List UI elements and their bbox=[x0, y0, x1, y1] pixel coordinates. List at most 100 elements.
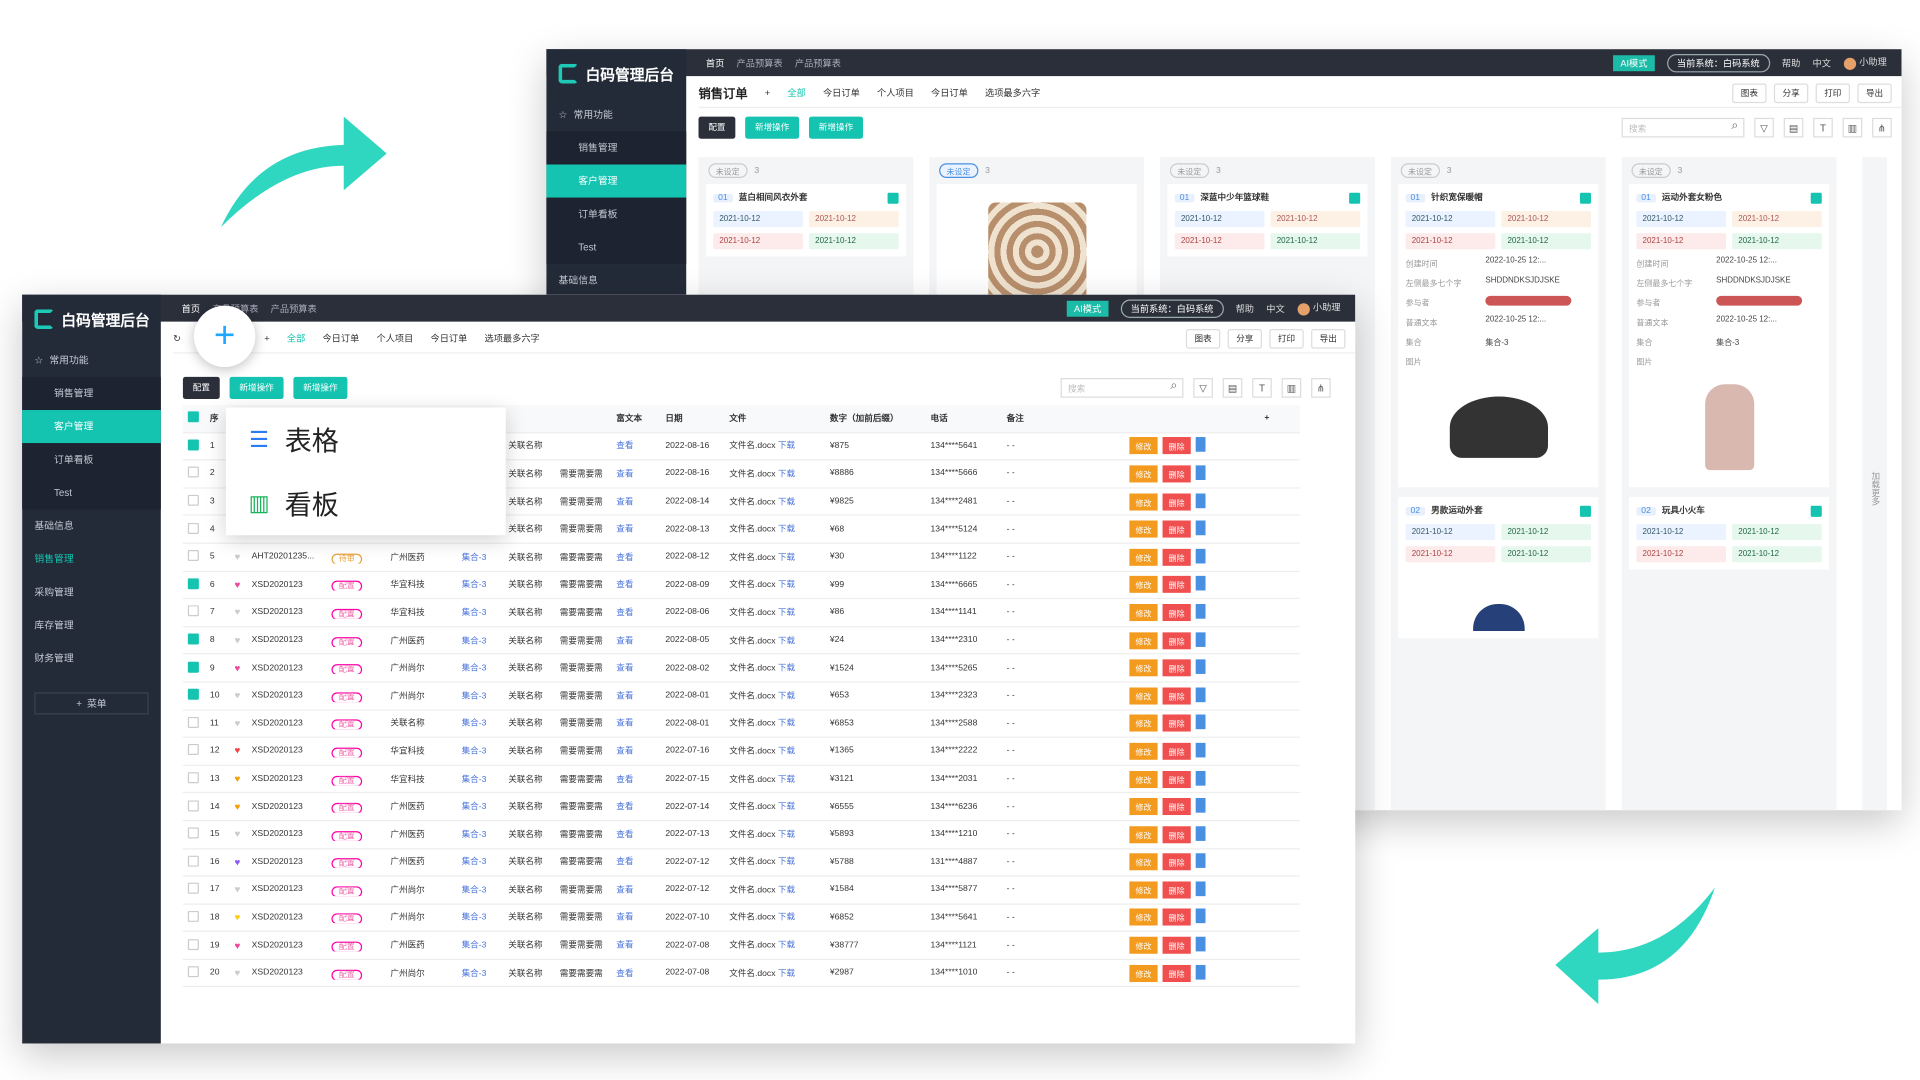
help-link[interactable]: 帮助 bbox=[1236, 301, 1254, 315]
delete-button[interactable]: 删除 bbox=[1162, 714, 1191, 733]
refresh-icon[interactable]: ↻ bbox=[173, 333, 181, 344]
download-link[interactable]: 下载 bbox=[778, 581, 795, 590]
heart-icon[interactable]: ♥ bbox=[230, 773, 247, 784]
download-link[interactable]: 下载 bbox=[778, 914, 795, 923]
edit-button[interactable]: 修改 bbox=[1129, 770, 1158, 788]
row-checkbox[interactable] bbox=[187, 827, 199, 839]
ai-mode-toggle[interactable]: AI模式 bbox=[1612, 54, 1655, 71]
view-link[interactable]: 查看 bbox=[611, 828, 660, 840]
table-row[interactable]: 20 ♥ XSD2020123 配置 广州尚尔 集合-3 关联名称 需要需要需 查看 2022-0… bbox=[182, 960, 1301, 988]
edit-button[interactable]: 修改 bbox=[1129, 881, 1158, 899]
bar-chart-icon[interactable]: ▥ bbox=[1842, 117, 1863, 138]
checkbox[interactable] bbox=[1579, 192, 1591, 204]
set-link[interactable]: 集合-3 bbox=[457, 690, 504, 702]
download-link[interactable]: 下载 bbox=[778, 831, 795, 840]
field-value[interactable]: 集合-3 bbox=[1716, 335, 1739, 348]
bar-chart-icon[interactable]: ▥ bbox=[1281, 378, 1302, 398]
filter-icon[interactable]: ▽ bbox=[1754, 117, 1774, 138]
more-button[interactable] bbox=[1195, 576, 1206, 591]
row-checkbox[interactable] bbox=[187, 467, 199, 479]
download-link[interactable]: 下载 bbox=[778, 803, 795, 812]
set-link[interactable]: 集合-3 bbox=[457, 939, 504, 951]
heart-icon[interactable]: ♥ bbox=[230, 635, 247, 646]
download-link[interactable]: 下载 bbox=[778, 942, 795, 951]
download-link[interactable]: 下载 bbox=[778, 442, 795, 451]
tab-all[interactable]: 全部 bbox=[287, 331, 305, 345]
delete-button[interactable]: 删除 bbox=[1162, 548, 1191, 566]
set-link[interactable]: 集合-3 bbox=[457, 828, 504, 840]
delete-button[interactable]: 删除 bbox=[1162, 936, 1191, 954]
heart-icon[interactable]: ♥ bbox=[230, 690, 247, 701]
download-link[interactable]: 下载 bbox=[778, 886, 795, 895]
edit-button[interactable]: 修改 bbox=[1129, 798, 1158, 816]
view-link[interactable]: 查看 bbox=[611, 606, 660, 618]
load-more[interactable]: 加载更多 bbox=[1862, 157, 1887, 811]
view-link[interactable]: 查看 bbox=[611, 523, 660, 535]
tab-home[interactable]: 首页 bbox=[182, 301, 200, 315]
tree-icon[interactable]: ⋔ bbox=[1872, 117, 1892, 138]
view-link[interactable]: 查看 bbox=[611, 717, 660, 729]
heart-icon[interactable]: ♥ bbox=[230, 746, 247, 757]
text-icon[interactable]: T bbox=[1252, 378, 1272, 398]
heart-icon[interactable]: ♥ bbox=[230, 552, 247, 563]
delete-button[interactable]: 删除 bbox=[1162, 659, 1191, 677]
tab-today-2[interactable]: 今日订单 bbox=[931, 86, 968, 100]
print-button[interactable]: 打印 bbox=[1269, 328, 1304, 349]
heart-icon[interactable]: ♥ bbox=[230, 801, 247, 812]
help-link[interactable]: 帮助 bbox=[1782, 56, 1800, 70]
kanban-card[interactable]: 02 男款运动外套 2021-10-12 2021-10-12 2021-10-1… bbox=[1398, 497, 1599, 639]
table-row[interactable]: 6 ♥ XSD2020123 配置 华宜科技 集合-3 关联名称 需要需要需 查看 2022-08… bbox=[182, 572, 1301, 600]
row-checkbox[interactable] bbox=[187, 966, 199, 978]
view-link[interactable]: 查看 bbox=[611, 801, 660, 813]
view-link[interactable]: 查看 bbox=[611, 884, 660, 896]
table-row[interactable]: 19 ♥ XSD2020123 配置 广州医药 集合-3 关联名称 需要需要需 查看 2022-0… bbox=[182, 932, 1301, 960]
set-link[interactable]: 集合-3 bbox=[457, 634, 504, 646]
set-link[interactable]: 集合-3 bbox=[457, 579, 504, 591]
delete-button[interactable]: 删除 bbox=[1162, 742, 1191, 760]
table-row[interactable]: 14 ♥ XSD2020123 配置 广州医药 集合-3 关联名称 需要需要需 查看 2022-0… bbox=[182, 793, 1301, 822]
sidebar-item-order-board[interactable]: 订单看板 bbox=[22, 443, 161, 477]
tab-today[interactable]: 今日订单 bbox=[823, 86, 860, 100]
delete-button[interactable]: 删除 bbox=[1162, 909, 1191, 927]
heart-icon[interactable]: ♥ bbox=[230, 662, 247, 673]
add-column-button[interactable]: + bbox=[1260, 414, 1275, 423]
download-link[interactable]: 下载 bbox=[778, 609, 795, 618]
delete-button[interactable]: 删除 bbox=[1162, 798, 1191, 816]
row-checkbox[interactable] bbox=[187, 855, 199, 867]
heart-icon[interactable]: ♥ bbox=[230, 579, 247, 590]
sidebar-group-common[interactable]: ☆ 常用功能 bbox=[546, 98, 686, 131]
download-link[interactable]: 下载 bbox=[778, 775, 795, 784]
row-checkbox[interactable] bbox=[187, 716, 199, 728]
row-checkbox[interactable] bbox=[187, 578, 199, 590]
view-link[interactable]: 查看 bbox=[611, 856, 660, 868]
chart-button[interactable]: 图表 bbox=[1732, 82, 1767, 103]
view-link[interactable]: 查看 bbox=[611, 634, 660, 646]
row-checkbox[interactable] bbox=[187, 522, 199, 534]
more-button[interactable] bbox=[1195, 714, 1206, 730]
sidebar-item-test[interactable]: Test bbox=[546, 230, 687, 264]
edit-button[interactable]: 修改 bbox=[1129, 576, 1158, 594]
view-link[interactable]: 查看 bbox=[611, 773, 660, 785]
more-button[interactable] bbox=[1195, 492, 1206, 508]
row-checkbox[interactable] bbox=[187, 910, 199, 922]
sidebar-group-finance[interactable]: 财务管理 bbox=[22, 642, 161, 675]
download-link[interactable]: 下载 bbox=[778, 969, 795, 978]
view-link[interactable]: 查看 bbox=[611, 967, 660, 979]
row-checkbox[interactable] bbox=[187, 688, 199, 701]
heart-icon[interactable]: ♥ bbox=[230, 968, 247, 979]
new-menu-button[interactable]: + 菜单 bbox=[34, 692, 149, 715]
download-link[interactable]: 下载 bbox=[778, 748, 795, 757]
more-button[interactable] bbox=[1195, 964, 1206, 980]
add-action-button[interactable]: 新增操作 bbox=[745, 116, 800, 139]
edit-button[interactable]: 修改 bbox=[1129, 548, 1158, 566]
table-row[interactable]: 16 ♥ XSD2020123 配置 广州医药 集合-3 关联名称 需要需要需 查看 2022-0… bbox=[182, 849, 1301, 877]
tree-icon[interactable]: ⋔ bbox=[1311, 378, 1331, 398]
row-checkbox[interactable] bbox=[187, 744, 199, 756]
add-action-button[interactable]: 新增操作 bbox=[229, 376, 284, 399]
set-link[interactable]: 集合-3 bbox=[457, 773, 504, 785]
sidebar-item-customers[interactable]: 客户管理 bbox=[546, 164, 687, 198]
sidebar-item-customers[interactable]: 客户管理 bbox=[22, 410, 161, 444]
delete-button[interactable]: 删除 bbox=[1162, 853, 1191, 871]
tab-all[interactable]: 全部 bbox=[787, 86, 805, 100]
edit-button[interactable]: 修改 bbox=[1129, 437, 1158, 455]
